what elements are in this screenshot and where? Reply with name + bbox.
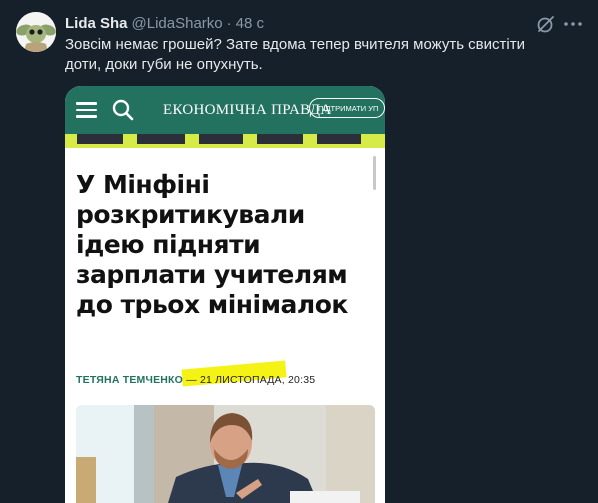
search-icon [112,99,134,121]
article-body: У Мінфіні розкритикували ідею підняти за… [65,148,385,503]
display-name[interactable]: Lida Sha [65,15,128,32]
more-options-icon[interactable] [562,14,584,34]
tweet-text: Зовсім немає грошей? Зате вдома тепер вч… [65,36,525,73]
user-avatar[interactable] [16,12,56,52]
support-button: ПІДТРИМАТИ УП [309,98,385,118]
attached-screenshot[interactable]: ЕКОНОМІЧНА ПРАВДА ПІДТРИМАТИ УП У Мінфін… [65,86,385,503]
site-logo: ЕКОНОМІЧНА ПРАВДА [163,102,332,118]
user-handle[interactable]: @LidaSharko [132,15,223,32]
byline-dash: — [183,374,200,386]
tweet-time[interactable]: 48 с [236,15,264,32]
menu-icon [76,102,97,118]
grok-icon[interactable] [536,14,556,34]
article-byline: ТЕТЯНА ТЕМЧЕНКО — 21 ЛИСТОПАДА, 20:35 [76,374,315,390]
byline-date: 21 ЛИСТОПАДА, 20:35 [199,374,316,386]
separator-dot: · [226,14,232,32]
scrollbar [373,156,376,190]
byline-author: ТЕТЯНА ТЕМЧЕНКО [76,374,184,386]
photo-strip [65,134,385,148]
tweet-header: Lida Sha @LidaSharko · 48 с [65,13,264,33]
site-header: ЕКОНОМІЧНА ПРАВДА ПІДТРИМАТИ УП [65,86,385,134]
article-headline: У Мінфіні розкритикували ідею підняти за… [76,170,348,319]
article-photo [76,405,375,503]
